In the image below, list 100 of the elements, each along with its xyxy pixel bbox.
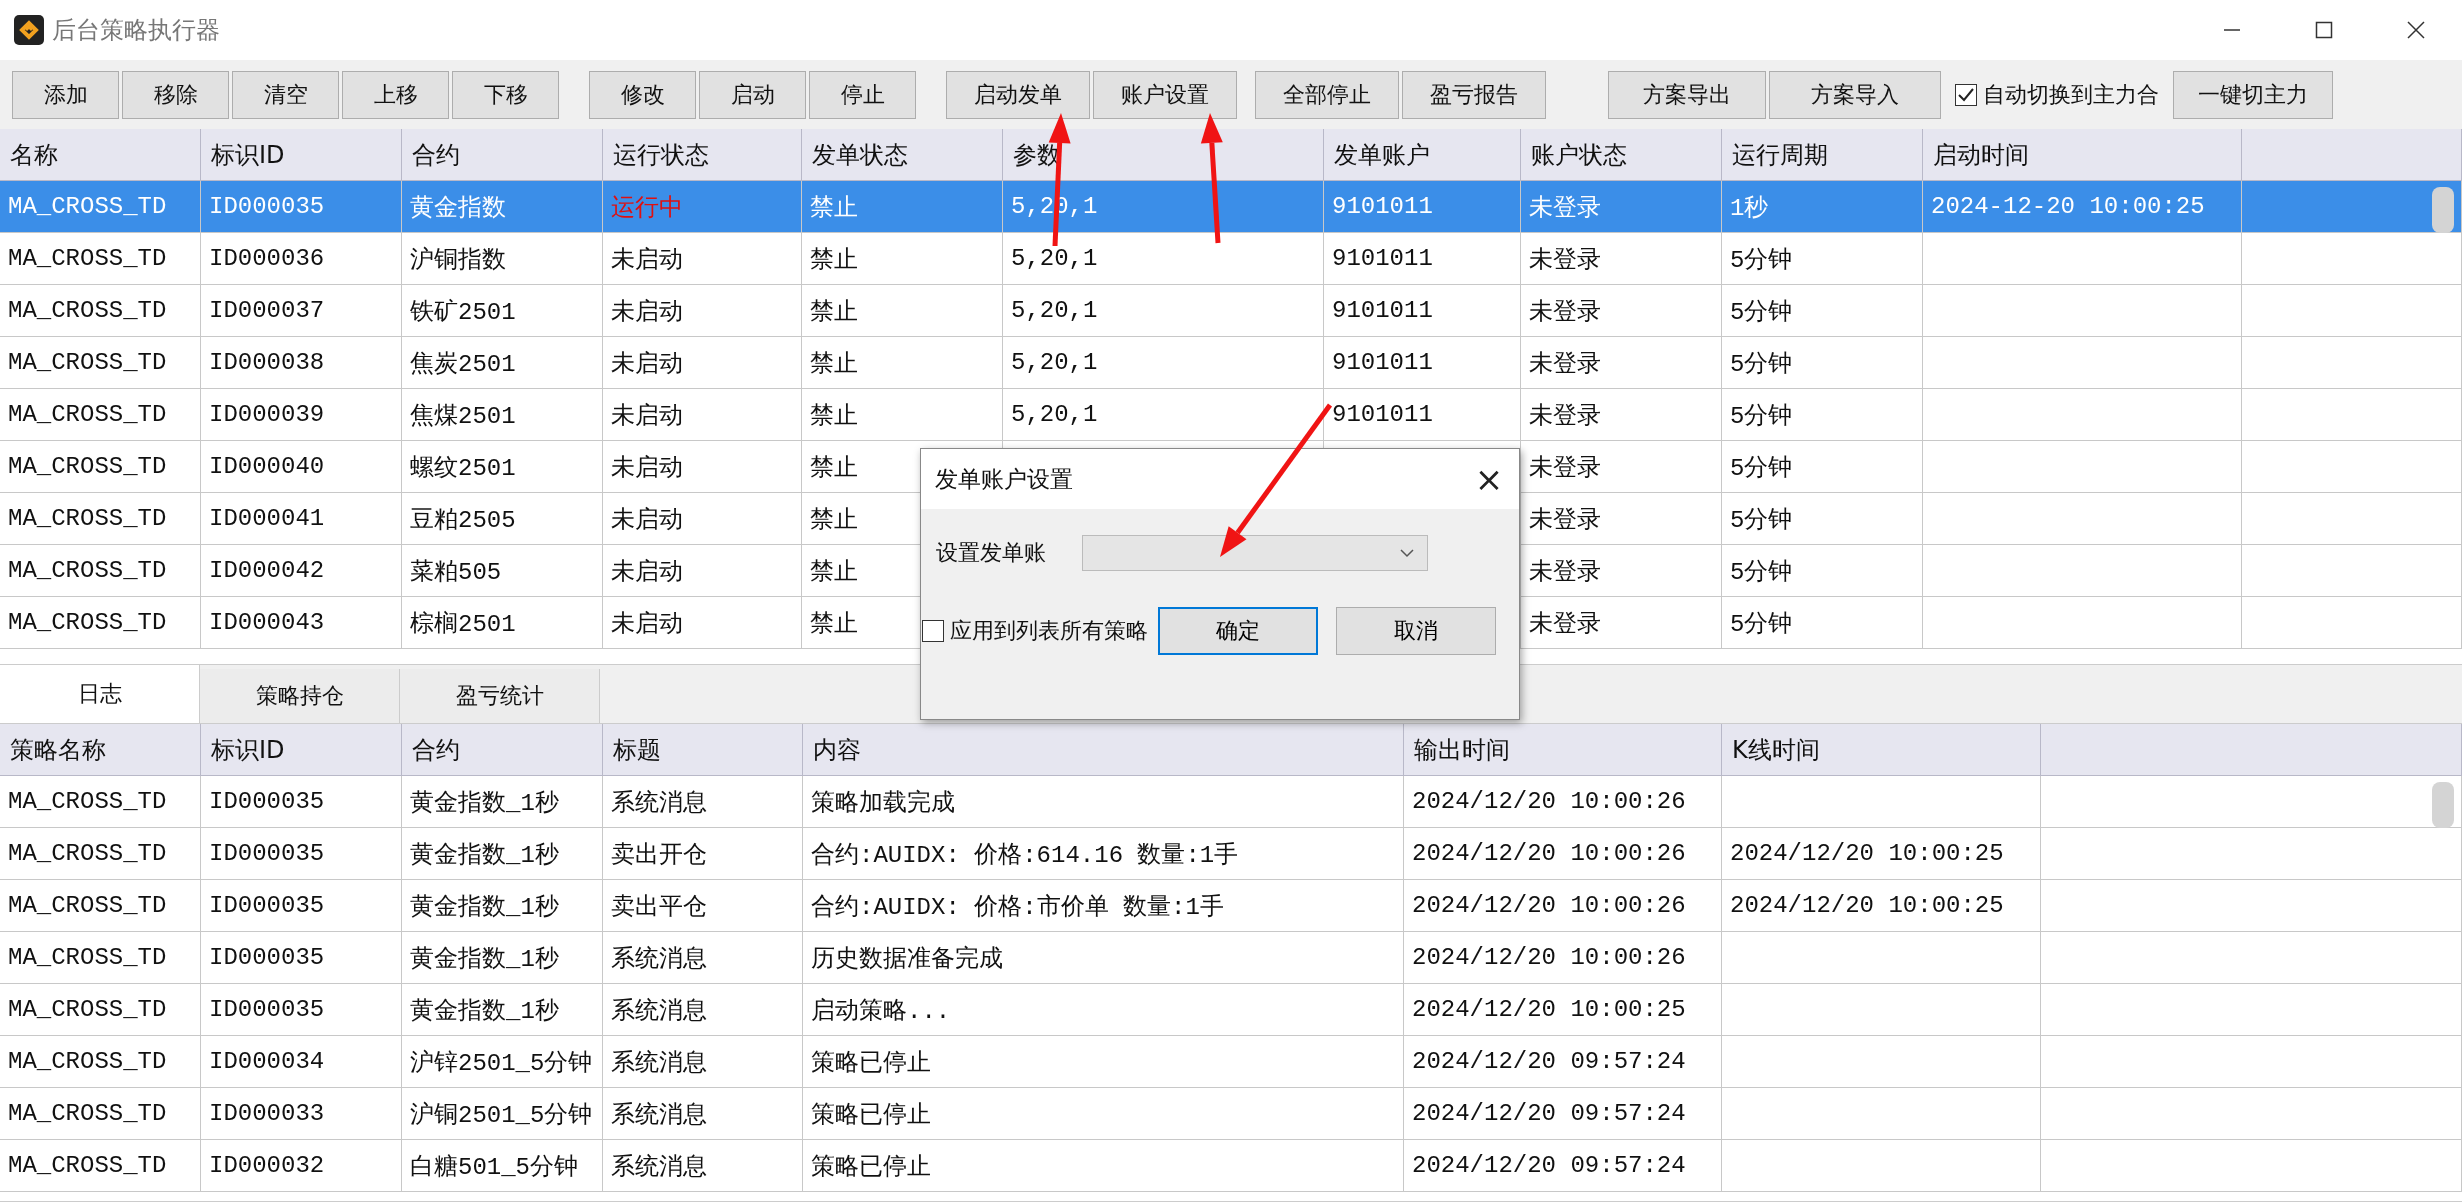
table-cell: 未启动 [603, 597, 802, 649]
column-header[interactable]: 运行周期 [1722, 129, 1923, 181]
table-cell: 黄金指数_1秒 [402, 828, 603, 880]
table-cell: MA_CROSS_TD [0, 545, 201, 597]
table-cell: 2024/12/20 10:00:26 [1404, 828, 1722, 880]
table-cell: 运行中 [603, 181, 802, 233]
table-cell: ID000042 [201, 545, 402, 597]
table-cell: 未登录 [1521, 181, 1722, 233]
table-cell: 9101011 [1324, 337, 1521, 389]
table-cell: 5分钟 [1722, 337, 1923, 389]
table-cell: 2024/12/20 10:00:25 [1722, 828, 2041, 880]
table-cell: 未登录 [1521, 337, 1722, 389]
toolbar-button[interactable]: 启动发单 [946, 70, 1090, 119]
table-cell: ID000035 [201, 984, 402, 1036]
table-cell: 2024/12/20 10:00:25 [1722, 880, 2041, 932]
toolbar-button[interactable]: 方案导出 [1608, 70, 1766, 119]
column-header[interactable]: 启动时间 [1923, 129, 2242, 181]
column-header[interactable]: 合约 [402, 129, 603, 181]
column-header[interactable]: K线时间 [1722, 724, 2041, 776]
table-cell: 黄金指数_1秒 [402, 932, 603, 984]
table-cell: 5,20,1 [1003, 233, 1324, 285]
toolbar-button[interactable]: 全部停止 [1255, 70, 1399, 119]
toolbar-button[interactable]: 移除 [122, 70, 229, 119]
dialog-button[interactable]: 确定 [1158, 607, 1318, 655]
table-cell: 策略已停止 [803, 1036, 1404, 1088]
table-cell: ID000035 [201, 828, 402, 880]
table-cell: 未启动 [603, 337, 802, 389]
column-header[interactable]: 名称 [0, 129, 201, 181]
table-cell: 黄金指数 [402, 181, 603, 233]
table-cell: 沪铜2501_5分钟 [402, 1088, 603, 1140]
table-cell: ID000032 [201, 1140, 402, 1192]
table-cell: ID000033 [201, 1088, 402, 1140]
checkbox-label: 自动切换到主力合 [1983, 80, 2159, 109]
table-cell: 系统消息 [603, 1088, 803, 1140]
toolbar-button[interactable]: 账户设置 [1093, 70, 1237, 119]
table-cell: 未登录 [1521, 545, 1722, 597]
table-cell: 黄金指数_1秒 [402, 880, 603, 932]
column-header[interactable]: 账户状态 [1521, 129, 1722, 181]
table-cell: 未登录 [1521, 493, 1722, 545]
table-cell: 2024/12/20 10:00:26 [1404, 880, 1722, 932]
table-cell: 2024/12/20 10:00:25 [1404, 984, 1722, 1036]
table-cell: 系统消息 [603, 1140, 803, 1192]
toolbar-button[interactable]: 盈亏报告 [1402, 70, 1546, 119]
toolbar-button[interactable]: 添加 [12, 70, 119, 119]
table-cell: 未登录 [1521, 597, 1722, 649]
table-cell: 系统消息 [603, 776, 803, 828]
table-cell: 沪铜指数 [402, 233, 603, 285]
column-header[interactable]: 标题 [603, 724, 803, 776]
table-cell: ID000039 [201, 389, 402, 441]
toolbar-button[interactable]: 修改 [589, 70, 696, 119]
table-cell: 黄金指数_1秒 [402, 776, 603, 828]
table-cell: MA_CROSS_TD [0, 285, 201, 337]
table-cell: 合约:AUIDX: 价格:市价单 数量:1手 [803, 880, 1404, 932]
table-cell: ID000034 [201, 1036, 402, 1088]
table-cell: 未登录 [1521, 389, 1722, 441]
dialog-button[interactable]: 取消 [1336, 607, 1496, 655]
switch-main-button[interactable]: 一键切主力 [2173, 70, 2333, 119]
table-cell: ID000036 [201, 233, 402, 285]
toolbar-button[interactable]: 启动 [699, 70, 806, 119]
table-cell: 系统消息 [603, 1036, 803, 1088]
table-cell: 5,20,1 [1003, 389, 1324, 441]
toolbar-button[interactable]: 下移 [452, 70, 559, 119]
toolbar-button[interactable]: 停止 [809, 70, 916, 119]
table-cell: 2024/12/20 10:00:26 [1404, 932, 1722, 984]
tab[interactable]: 策略持仓 [200, 669, 400, 723]
table-cell: MA_CROSS_TD [0, 1088, 201, 1140]
table-cell: 菜粕505 [402, 545, 603, 597]
table-cell: 铁矿2501 [402, 285, 603, 337]
table-cell: 5分钟 [1722, 493, 1923, 545]
table-cell: MA_CROSS_TD [0, 493, 201, 545]
column-header[interactable]: 标识ID [201, 724, 402, 776]
tab[interactable]: 日志 [0, 665, 200, 723]
table-cell: MA_CROSS_TD [0, 1140, 201, 1192]
table-cell: 5,20,1 [1003, 285, 1324, 337]
table-cell: 豆粕2505 [402, 493, 603, 545]
table-cell: 未登录 [1521, 441, 1722, 493]
toolbar-button[interactable]: 方案导入 [1769, 70, 1941, 119]
toolbar-button[interactable]: 上移 [342, 70, 449, 119]
table-cell: 5分钟 [1722, 389, 1923, 441]
tab[interactable]: 盈亏统计 [400, 669, 600, 723]
column-header[interactable]: 参数 [1003, 129, 1324, 181]
table-cell: MA_CROSS_TD [0, 181, 201, 233]
toolbar-button[interactable]: 清空 [232, 70, 339, 119]
table-cell: 未启动 [603, 233, 802, 285]
table-cell: 5,20,1 [1003, 337, 1324, 389]
table-cell: 5分钟 [1722, 597, 1923, 649]
table-cell: MA_CROSS_TD [0, 776, 201, 828]
table-cell: MA_CROSS_TD [0, 1036, 201, 1088]
table-cell: 2024/12/20 09:57:24 [1404, 1088, 1722, 1140]
close-button[interactable]: × [1459, 449, 1519, 509]
column-header[interactable]: 发单账户 [1324, 129, 1521, 181]
column-header[interactable]: 策略名称 [0, 724, 201, 776]
column-header[interactable]: 合约 [402, 724, 603, 776]
column-header[interactable]: 内容 [803, 724, 1404, 776]
table-cell: 未启动 [603, 389, 802, 441]
column-header[interactable]: 发单状态 [802, 129, 1003, 181]
column-header[interactable]: 标识ID [201, 129, 402, 181]
column-header[interactable]: 运行状态 [603, 129, 802, 181]
table-cell: 9101011 [1324, 181, 1521, 233]
column-header[interactable]: 输出时间 [1404, 724, 1722, 776]
